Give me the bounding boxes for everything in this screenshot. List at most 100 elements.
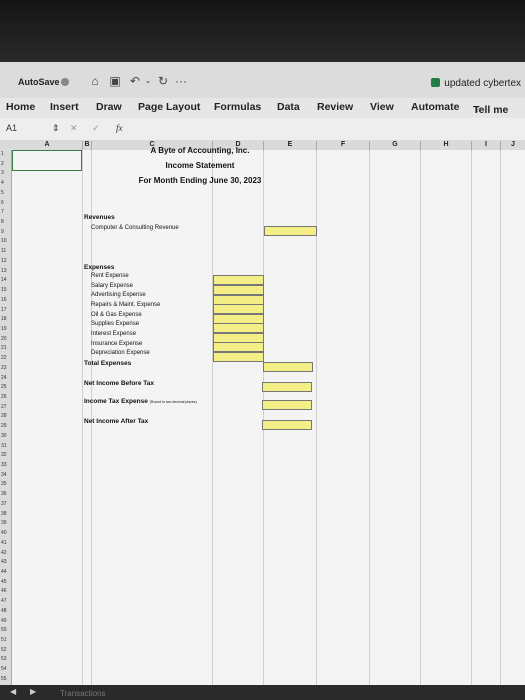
row-header[interactable]: 46	[1, 588, 7, 594]
row-header[interactable]: 50	[1, 627, 7, 633]
expense-input-cell[interactable]	[213, 285, 264, 295]
expense-input-cell[interactable]	[213, 352, 264, 362]
expense-input-cell[interactable]	[213, 304, 264, 314]
row-header[interactable]: 39	[1, 520, 7, 526]
fx-icon[interactable]: fx	[116, 123, 123, 133]
row-header[interactable]: 53	[1, 656, 7, 662]
row-header[interactable]: 1	[1, 151, 4, 157]
row-header[interactable]: 52	[1, 647, 7, 653]
row-header[interactable]: 40	[1, 530, 7, 536]
selected-cell[interactable]	[12, 150, 82, 171]
expense-input-cell[interactable]	[213, 342, 264, 352]
row-header[interactable]: 14	[1, 277, 7, 283]
tab-view[interactable]: View	[370, 101, 394, 113]
row-header[interactable]: 55	[1, 676, 7, 682]
sheet-tab-transactions[interactable]: Transactions	[60, 689, 106, 698]
scroll-left-icon[interactable]: ◀	[10, 687, 16, 696]
row-header[interactable]: 28	[1, 413, 7, 419]
column-header-j[interactable]: J	[501, 141, 525, 148]
revenue-input-cell[interactable]	[264, 226, 317, 236]
expense-item-advertising: Advertising Expense	[91, 292, 146, 298]
tab-insert[interactable]: Insert	[50, 101, 79, 113]
row-header[interactable]: 13	[1, 268, 7, 274]
row-header[interactable]: 45	[1, 579, 7, 585]
row-header[interactable]: 16	[1, 297, 7, 303]
net-income-after-tax-cell[interactable]	[262, 420, 312, 430]
expense-input-cell[interactable]	[213, 275, 264, 285]
row-header[interactable]: 25	[1, 384, 7, 390]
row-header[interactable]: 10	[1, 238, 7, 244]
row-header[interactable]: 21	[1, 345, 7, 351]
name-box-stepper-icon[interactable]: ⇕	[52, 123, 60, 134]
row-header[interactable]: 31	[1, 443, 7, 449]
row-header[interactable]: 54	[1, 666, 7, 672]
row-header[interactable]: 3	[1, 170, 4, 176]
row-header[interactable]: 6	[1, 200, 4, 206]
row-header[interactable]: 33	[1, 462, 7, 468]
row-header[interactable]: 17	[1, 307, 7, 313]
column-gridline	[82, 150, 83, 685]
row-header[interactable]: 2	[1, 161, 4, 167]
row-header[interactable]: 15	[1, 287, 7, 293]
tab-automate[interactable]: Automate	[411, 101, 459, 113]
income-tax-expense-cell[interactable]	[262, 400, 312, 410]
row-header[interactable]: 5	[1, 190, 4, 196]
row-header[interactable]: 11	[1, 248, 6, 254]
row-header[interactable]: 7	[1, 209, 4, 215]
row-header[interactable]: 32	[1, 452, 7, 458]
more-icon[interactable]: ···	[172, 72, 190, 90]
row-header[interactable]: 26	[1, 394, 7, 400]
confirm-icon[interactable]: ✓	[92, 123, 100, 134]
tab-data[interactable]: Data	[277, 101, 300, 113]
row-header[interactable]: 49	[1, 618, 7, 624]
row-header[interactable]: 30	[1, 433, 7, 439]
row-header[interactable]: 43	[1, 559, 7, 565]
row-header[interactable]: 47	[1, 598, 7, 604]
cancel-icon[interactable]: ✕	[70, 123, 78, 134]
row-header[interactable]: 18	[1, 316, 7, 322]
screen-bezel	[0, 0, 525, 62]
column-header-b[interactable]: B	[83, 141, 91, 148]
tab-review[interactable]: Review	[317, 101, 353, 113]
row-header[interactable]: 38	[1, 511, 7, 517]
row-header[interactable]: 37	[1, 501, 7, 507]
row-header[interactable]: 22	[1, 355, 7, 361]
row-header[interactable]: 34	[1, 472, 7, 478]
column-header-a[interactable]: A	[12, 141, 82, 148]
row-header[interactable]: 27	[1, 404, 7, 410]
row-header[interactable]: 24	[1, 375, 7, 381]
row-header[interactable]: 51	[1, 637, 7, 643]
column-header-h[interactable]: H	[421, 141, 471, 148]
redo-icon[interactable]: ↻	[154, 72, 172, 90]
row-header[interactable]: 9	[1, 229, 4, 235]
tab-home[interactable]: Home	[6, 101, 35, 113]
row-header[interactable]: 35	[1, 481, 7, 487]
tab-draw[interactable]: Draw	[96, 101, 122, 113]
row-header[interactable]: 8	[1, 219, 4, 225]
column-header-g[interactable]: G	[370, 141, 420, 148]
column-header-f[interactable]: F	[317, 141, 369, 148]
scroll-right-icon[interactable]: ▶	[30, 687, 36, 696]
row-header[interactable]: 48	[1, 608, 7, 614]
total-expenses-cell[interactable]	[263, 362, 313, 372]
net-income-before-tax-cell[interactable]	[262, 382, 312, 392]
row-header[interactable]: 41	[1, 540, 7, 546]
row-header[interactable]: 12	[1, 258, 7, 264]
expense-input-cell[interactable]	[213, 323, 264, 333]
row-header[interactable]: 42	[1, 550, 7, 556]
row-header[interactable]: 29	[1, 423, 7, 429]
document-title: updated cybertex	[431, 78, 521, 89]
row-header[interactable]: 44	[1, 569, 7, 575]
row-header[interactable]: 20	[1, 336, 7, 342]
column-header-i[interactable]: I	[472, 141, 500, 148]
row-header[interactable]: 36	[1, 491, 7, 497]
tab-formulas[interactable]: Formulas	[214, 101, 261, 113]
home-icon[interactable]: ⌂	[86, 72, 104, 90]
autosave-toggle[interactable]	[61, 78, 69, 86]
save-icon[interactable]: ▣	[106, 72, 124, 90]
row-header[interactable]: 23	[1, 365, 7, 371]
row-header[interactable]: 19	[1, 326, 7, 332]
name-box[interactable]: A1	[6, 123, 17, 133]
tab-page-layout[interactable]: Page Layout	[138, 101, 200, 113]
row-header[interactable]: 4	[1, 180, 4, 186]
